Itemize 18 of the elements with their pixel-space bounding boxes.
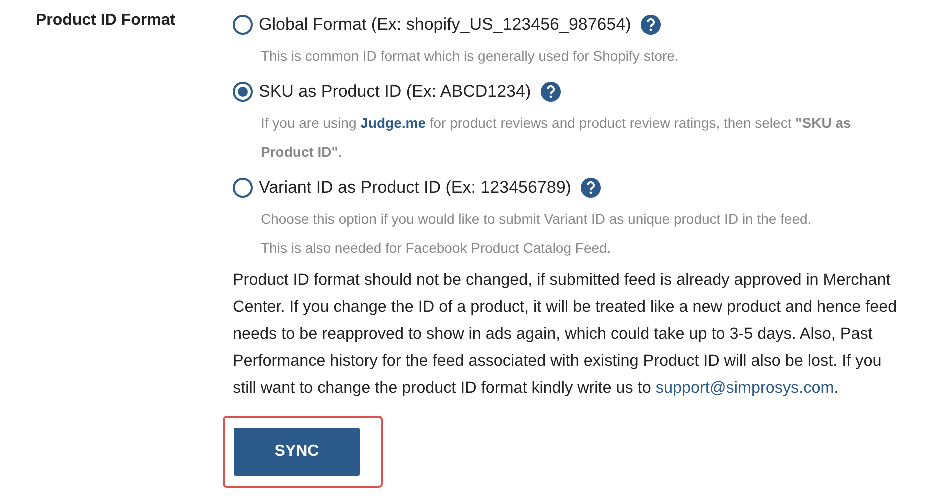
notice-text: Product ID format should not be changed, if submitted feed is already approved in Merchant Center. If you change the ID of a product, it will be treated like a new product and hence feed needs to be reapproved to show in ads again, which could take up to 3-5 days. Also, Past Performance history for the feed associated with existing Product ID will also be lost. If you still want to change the product ID format kindly write us to support@simprosys.com. [233, 270, 898, 399]
help-icon[interactable] [641, 15, 662, 35]
help-icon[interactable] [581, 178, 602, 198]
option-description: Choose this option if you would like to submit Variant ID as unique product ID in the feed. [260, 210, 813, 229]
option-description: If you are using Judge.me for product reviews and product review ratings, then select "SKU as Product ID". [260, 114, 852, 162]
radio-button[interactable] [233, 82, 253, 102]
option-description: This is also needed for Facebook Product Catalog Feed. [260, 239, 612, 258]
option-label: Global Format (Ex: shopify_US_123456_987654) [259, 15, 632, 35]
option-label: Variant ID as Product ID (Ex: 123456789) [259, 178, 572, 198]
sync-button[interactable]: SYNC [234, 428, 360, 476]
radio-button[interactable] [233, 178, 253, 198]
link[interactable]: Judge.me [360, 115, 426, 131]
option-label: SKU as Product ID (Ex: ABCD1234) [259, 82, 532, 102]
radio-button[interactable] [233, 15, 253, 35]
field-label: Product ID Format [36, 11, 177, 31]
option-description: This is common ID format which is generally used for Shopify store. [260, 47, 680, 66]
email-link[interactable]: support@simprosys.com [656, 379, 834, 397]
help-icon[interactable] [541, 82, 562, 102]
